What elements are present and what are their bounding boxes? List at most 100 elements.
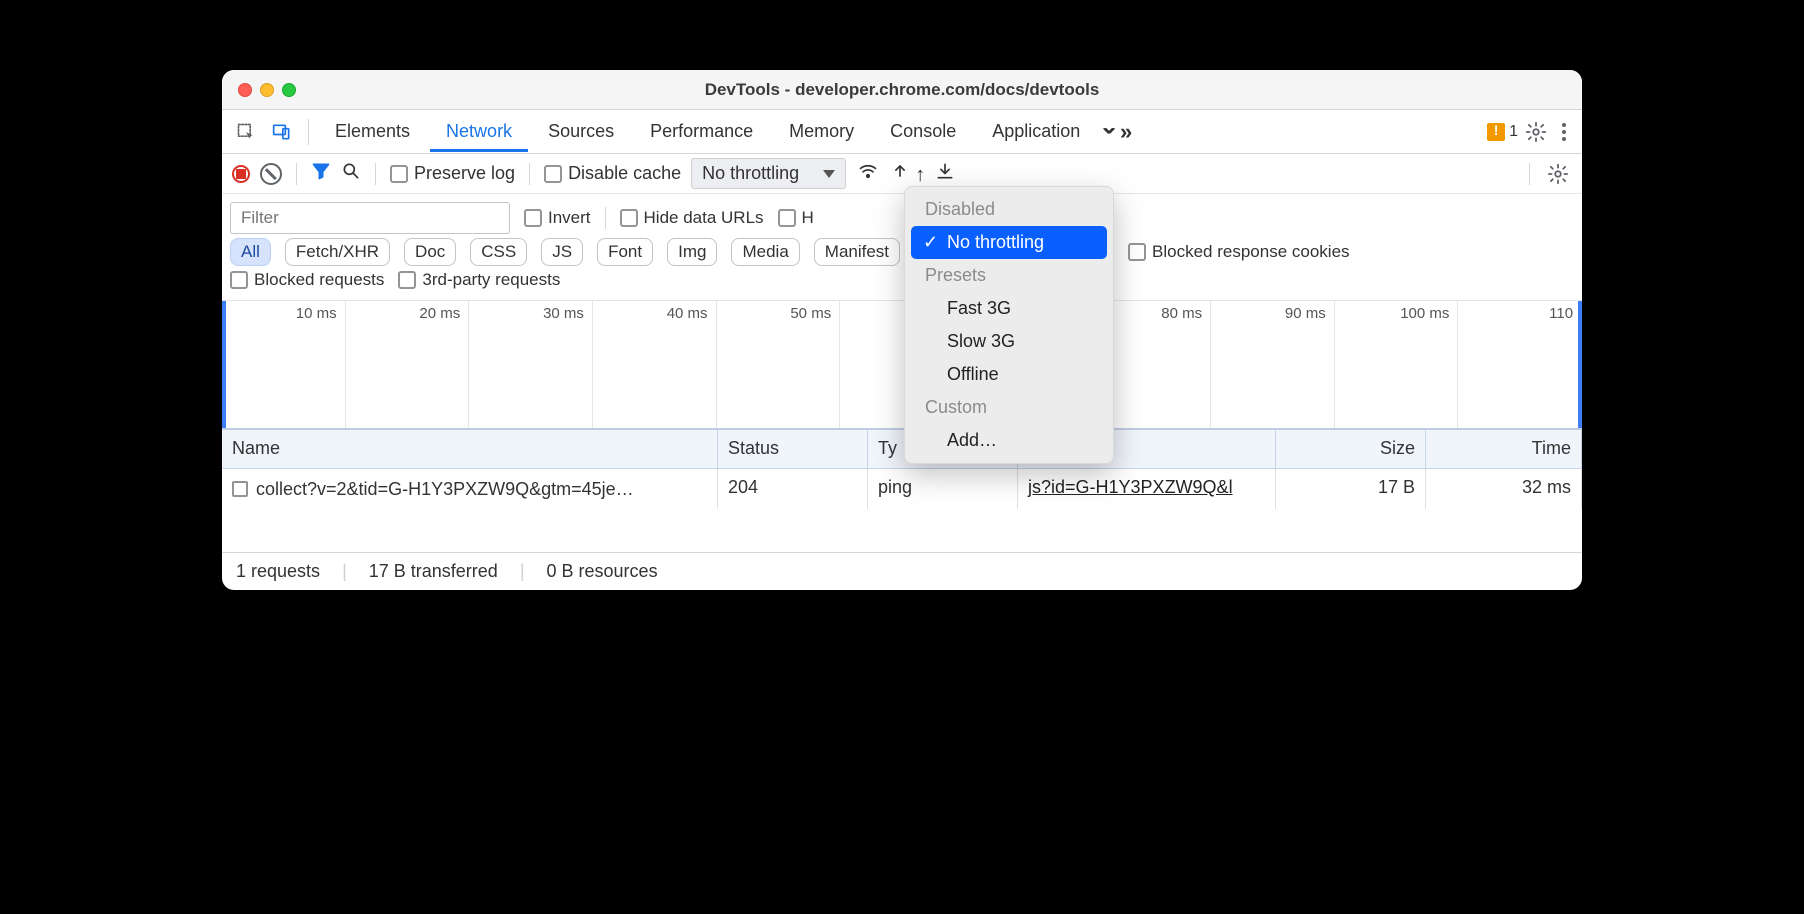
- request-row[interactable]: collect?v=2&tid=G-H1Y3PXZW9Q&gtm=45je… 2…: [222, 469, 1582, 509]
- overview-timeline[interactable]: 10 ms 20 ms 30 ms 40 ms 50 ms 80 ms 90 m…: [222, 301, 1582, 429]
- third-party-label: 3rd-party requests: [422, 270, 560, 290]
- devtools-window: DevTools - developer.chrome.com/docs/dev…: [222, 70, 1582, 590]
- request-name: collect?v=2&tid=G-H1Y3PXZW9Q&gtm=45je…: [256, 479, 634, 500]
- filter-type-doc[interactable]: Doc: [404, 238, 456, 266]
- filter-type-css[interactable]: CSS: [470, 238, 527, 266]
- third-party-checkbox[interactable]: 3rd-party requests: [398, 270, 560, 290]
- dropdown-section-presets: Presets: [905, 259, 1113, 292]
- col-header-time[interactable]: Time: [1426, 430, 1582, 468]
- cell-size: 17 B: [1276, 469, 1426, 509]
- blocked-response-cookies-label: Blocked response cookies: [1152, 242, 1350, 262]
- col-header-size[interactable]: Size: [1276, 430, 1426, 468]
- row-checkbox[interactable]: [232, 481, 248, 497]
- traffic-lights: [222, 83, 296, 97]
- throttling-select[interactable]: No throttling: [691, 158, 846, 189]
- disable-cache-checkbox[interactable]: Disable cache: [544, 163, 681, 184]
- timeline-mark: 90 ms: [1211, 301, 1335, 428]
- separator: [605, 207, 606, 229]
- search-icon[interactable]: [341, 161, 361, 186]
- initiator-link[interactable]: js?id=G-H1Y3PXZW9Q&l: [1028, 477, 1233, 497]
- inspect-element-icon[interactable]: [230, 116, 262, 148]
- requests-body: collect?v=2&tid=G-H1Y3PXZW9Q&gtm=45je… 2…: [222, 469, 1582, 553]
- throttling-dropdown: Disabled No throttling Presets Fast 3G S…: [904, 186, 1114, 464]
- timeline-start-handle[interactable]: [222, 301, 226, 428]
- tab-elements[interactable]: Elements: [319, 111, 426, 152]
- cell-name: collect?v=2&tid=G-H1Y3PXZW9Q&gtm=45je…: [222, 469, 718, 509]
- timeline-mark: 110: [1458, 301, 1582, 428]
- cell-time: 32 ms: [1426, 469, 1582, 509]
- filter-type-fetchxhr[interactable]: Fetch/XHR: [285, 238, 390, 266]
- titlebar: DevTools - developer.chrome.com/docs/dev…: [222, 70, 1582, 110]
- status-transferred: 17 B transferred: [369, 561, 498, 582]
- network-settings-icon[interactable]: [1544, 160, 1572, 188]
- more-options-icon[interactable]: [1554, 123, 1574, 141]
- tab-sources[interactable]: Sources: [532, 111, 630, 152]
- device-toolbar-icon[interactable]: [266, 116, 298, 148]
- minimize-window-button[interactable]: [260, 83, 274, 97]
- hide-data-urls-label: Hide data URLs: [644, 208, 764, 228]
- blocked-requests-checkbox[interactable]: Blocked requests: [230, 270, 384, 290]
- zoom-window-button[interactable]: [282, 83, 296, 97]
- cell-type: ping: [868, 469, 1018, 509]
- filter-type-all[interactable]: All: [230, 238, 271, 266]
- separator: [308, 119, 309, 145]
- timeline-mark: 10 ms: [222, 301, 346, 428]
- dropdown-item-slow-3g[interactable]: Slow 3G: [905, 325, 1113, 358]
- dropdown-item-offline[interactable]: Offline: [905, 358, 1113, 391]
- tab-console[interactable]: Console: [874, 111, 972, 152]
- col-header-status[interactable]: Status: [718, 430, 868, 468]
- dropdown-item-fast-3g[interactable]: Fast 3G: [905, 292, 1113, 325]
- settings-icon[interactable]: [1522, 118, 1550, 146]
- export-har-icon[interactable]: [935, 161, 955, 186]
- timeline-mark: 20 ms: [346, 301, 470, 428]
- tab-memory[interactable]: Memory: [773, 111, 870, 152]
- hide-data-urls-checkbox[interactable]: Hide data URLs: [620, 208, 764, 228]
- timeline-mark: 40 ms: [593, 301, 717, 428]
- import-har-icon[interactable]: ↑: [890, 161, 925, 187]
- col-header-name[interactable]: Name: [222, 430, 718, 468]
- filter-type-manifest[interactable]: Manifest: [814, 238, 900, 266]
- network-conditions-icon[interactable]: [856, 161, 880, 186]
- timeline-mark: 50 ms: [717, 301, 841, 428]
- preserve-log-checkbox[interactable]: Preserve log: [390, 163, 515, 184]
- separator: [1529, 163, 1530, 185]
- tab-network[interactable]: Network: [430, 111, 528, 152]
- dropdown-section-disabled: Disabled: [905, 193, 1113, 226]
- window-title: DevTools - developer.chrome.com/docs/dev…: [222, 80, 1582, 100]
- dropdown-item-no-throttling[interactable]: No throttling: [911, 226, 1107, 259]
- filter-type-img[interactable]: Img: [667, 238, 717, 266]
- separator: [529, 163, 530, 185]
- tab-application[interactable]: Application: [976, 111, 1096, 152]
- hidden-checkbox-partial[interactable]: H: [778, 208, 814, 228]
- filterbar: Invert Hide data URLs H All Fetch/XHR Do…: [222, 194, 1582, 301]
- filter-type-js[interactable]: JS: [541, 238, 583, 266]
- separator: [375, 163, 376, 185]
- separator: [296, 163, 297, 185]
- clear-button[interactable]: [260, 163, 282, 185]
- blocked-requests-label: Blocked requests: [254, 270, 384, 290]
- status-resources: 0 B resources: [547, 561, 658, 582]
- filter-type-media[interactable]: Media: [731, 238, 799, 266]
- issues-badge[interactable]: 1: [1487, 123, 1518, 141]
- filter-type-font[interactable]: Font: [597, 238, 653, 266]
- invert-label: Invert: [548, 208, 591, 228]
- cell-status: 204: [718, 469, 868, 509]
- record-button[interactable]: [232, 165, 250, 183]
- timeline-mark: 100 ms: [1335, 301, 1459, 428]
- timeline-end-handle[interactable]: [1578, 301, 1582, 428]
- main-tabbar: Elements Network Sources Performance Mem…: [222, 110, 1582, 154]
- invert-checkbox[interactable]: Invert: [524, 208, 591, 228]
- throttling-value: No throttling: [702, 163, 799, 184]
- warning-icon: [1487, 123, 1505, 141]
- dropdown-section-custom: Custom: [905, 391, 1113, 424]
- blocked-response-cookies-checkbox[interactable]: Blocked response cookies: [1128, 242, 1350, 262]
- filter-input[interactable]: [230, 202, 510, 234]
- close-window-button[interactable]: [238, 83, 252, 97]
- preserve-log-label: Preserve log: [414, 163, 515, 184]
- dropdown-item-add[interactable]: Add…: [905, 424, 1113, 457]
- disable-cache-label: Disable cache: [568, 163, 681, 184]
- requests-header-row: Name Status Ty Size Time: [222, 429, 1582, 469]
- tab-performance[interactable]: Performance: [634, 111, 769, 152]
- filter-toggle-icon[interactable]: [311, 161, 331, 186]
- more-tabs-icon[interactable]: »: [1100, 116, 1132, 148]
